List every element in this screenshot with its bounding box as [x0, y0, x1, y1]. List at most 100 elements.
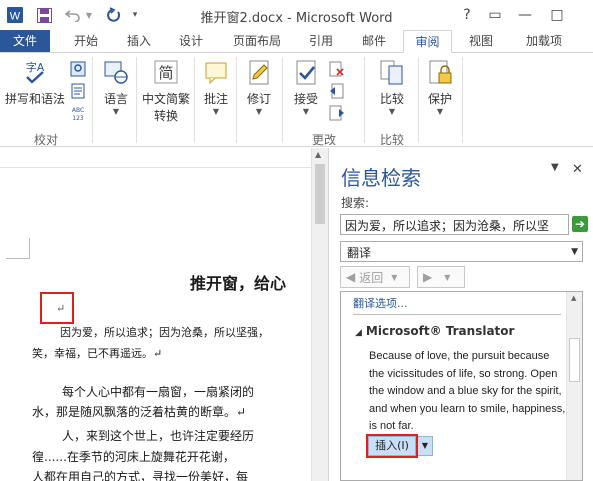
document-line: 人，来到这个世上，也许注定要经历	[62, 429, 255, 443]
thesaurus-icon[interactable]	[70, 83, 86, 99]
group-separator	[282, 57, 283, 143]
accept-dropdown-icon: ▼	[302, 107, 310, 116]
next-change-icon[interactable]	[329, 105, 345, 121]
language-icon	[104, 61, 128, 84]
back-arrow-icon: ◀	[346, 270, 356, 284]
forward-button[interactable]: ▶ ▼	[417, 266, 465, 288]
pane-close-icon[interactable]: ✕	[572, 162, 583, 177]
spelling-label: 拼写和语法	[4, 92, 65, 106]
search-input[interactable]: 因为爱，所以追求；因为沧桑，所以坚	[340, 214, 569, 235]
results-scrollbar[interactable]: ▲	[566, 292, 582, 480]
group-proofing-label: 校对	[33, 133, 58, 147]
divider	[353, 314, 561, 315]
track-changes-icon	[249, 60, 269, 85]
pane-options-icon[interactable]: ▼	[551, 162, 559, 173]
scrollbar-thumb[interactable]	[315, 164, 325, 224]
group-changes-label: 更改	[311, 133, 336, 147]
chinese-conversion-label-2: 转换	[153, 109, 178, 123]
search-label: 搜索:	[341, 196, 370, 210]
group-separator	[462, 57, 463, 143]
accept-label: 接受	[293, 92, 318, 106]
document-area[interactable]: 推开窗，给心 ↵ 因为爱，所以追求；因为沧桑，所以坚强， 笑，幸福，已不再遥远。…	[0, 148, 311, 481]
tab-page-layout[interactable]: 页面布局	[224, 30, 290, 53]
collapse-triangle-icon: ◢	[355, 328, 362, 338]
translation-options-link[interactable]: 翻译选项...	[353, 295, 408, 311]
ribbon-review: 字A 拼写和语法 ABC 123 校对 语言 ▼ 简 中文简繁 转换 批注 ▼ 修…	[0, 52, 593, 147]
minimize-button[interactable]: —	[514, 4, 536, 26]
insert-dropdown-icon[interactable]: ▼	[417, 436, 433, 456]
highlight-insert-box	[366, 434, 418, 458]
back-label: 返回	[359, 270, 384, 285]
service-select[interactable]: 翻译 ▼	[340, 241, 583, 262]
results-panel: 翻译选项... ◢ Microsoft® Translator Because o…	[340, 291, 583, 481]
tab-home[interactable]: 开始	[64, 30, 108, 53]
scroll-up-icon[interactable]: ▲	[315, 150, 321, 159]
margin-corner-mark	[6, 238, 30, 259]
previous-change-icon[interactable]	[329, 83, 345, 99]
chinese-conversion-button[interactable]: 简 中文简繁 转换	[140, 59, 192, 124]
tab-file[interactable]: 文件	[0, 30, 50, 53]
svg-text:ABC: ABC	[72, 107, 84, 114]
document-line: 因为爱，所以追求；因为沧桑，所以坚强，	[60, 326, 269, 339]
results-scroll-thumb[interactable]	[569, 338, 580, 382]
compare-icon	[380, 60, 403, 85]
back-dropdown-icon: ▼	[391, 272, 398, 282]
chevron-down-icon: ▼	[571, 247, 578, 257]
document-scrollbar[interactable]: ▲	[311, 148, 328, 481]
tab-insert[interactable]: 插入	[116, 30, 162, 53]
comments-button[interactable]: 批注 ▼	[198, 59, 234, 116]
forward-arrow-icon: ▶	[423, 270, 433, 284]
translator-name: Microsoft® Translator	[365, 324, 515, 338]
tab-references[interactable]: 引用	[298, 30, 344, 53]
document-line: 每个人心中都有一扇窗，一扇紧闭的	[62, 385, 255, 399]
group-separator	[92, 57, 93, 143]
compare-button[interactable]: 比较 ▼	[372, 59, 412, 116]
protect-button[interactable]: 保护 ▼	[422, 59, 458, 116]
compare-label: 比较	[379, 92, 404, 106]
group-separator	[364, 57, 365, 143]
language-label: 语言	[103, 92, 128, 106]
document-title: 推开窗，给心	[190, 274, 287, 293]
research-icon[interactable]	[70, 61, 86, 77]
comment-icon	[205, 62, 227, 85]
document-line: 水，那是随风飘落的泛着枯黄的断章。↵	[32, 405, 247, 419]
tracking-dropdown-icon: ▼	[255, 107, 263, 116]
document-line: 笑，幸福，已不再遥远。↵	[32, 347, 163, 360]
protect-label: 保护	[427, 92, 452, 106]
tab-view[interactable]: 视图	[458, 30, 504, 53]
research-pane: 信息检索 ▼ ✕ 搜索: 因为爱，所以追求；因为沧桑，所以坚 ➔ 翻译 ▼ ◀ …	[328, 148, 593, 481]
back-button[interactable]: ◀ 返回 ▼	[340, 266, 410, 288]
reject-icon[interactable]	[329, 61, 345, 77]
language-button[interactable]: 语言 ▼	[98, 59, 134, 116]
tab-design[interactable]: 设计	[168, 30, 214, 53]
translation-text: Because of love, the pursuit because the…	[369, 350, 566, 432]
language-dropdown-icon: ▼	[112, 107, 120, 116]
pane-title: 信息检索	[341, 166, 421, 190]
ribbon-display-options-button[interactable]: ▭	[484, 4, 506, 26]
spelling-grammar-button[interactable]: 字A 拼写和语法	[4, 59, 66, 107]
title-bar: W ▼ ▾ 推开窗2.docx - Microsoft Word ? ▭ — □	[0, 0, 593, 30]
highlight-cursor-box	[40, 292, 74, 324]
maximize-button[interactable]: □	[546, 4, 568, 26]
group-separator	[236, 57, 237, 143]
forward-dropdown-icon: ▼	[444, 272, 451, 282]
accept-icon	[296, 60, 316, 85]
results-scroll-up-icon[interactable]: ▲	[571, 294, 576, 302]
comments-label: 批注	[203, 92, 228, 106]
group-separator	[194, 57, 195, 143]
translator-heading[interactable]: ◢ Microsoft® Translator	[355, 324, 514, 338]
document-page-top	[0, 148, 311, 168]
protect-icon	[429, 60, 452, 84]
help-button[interactable]: ?	[456, 4, 478, 26]
accept-button[interactable]: 接受 ▼	[288, 59, 324, 116]
compare-dropdown-icon: ▼	[388, 107, 396, 116]
tab-addins[interactable]: 加载项	[514, 30, 574, 53]
track-changes-button[interactable]: 修订 ▼	[240, 59, 278, 116]
svg-text:简: 简	[158, 64, 173, 82]
group-separator	[418, 57, 419, 143]
start-search-icon[interactable]: ➔	[572, 216, 588, 232]
svg-text:123: 123	[72, 115, 84, 121]
word-count-icon[interactable]: ABC 123	[70, 105, 86, 122]
tab-review[interactable]: 审阅	[403, 30, 452, 53]
tab-mailings[interactable]: 邮件	[351, 30, 397, 53]
